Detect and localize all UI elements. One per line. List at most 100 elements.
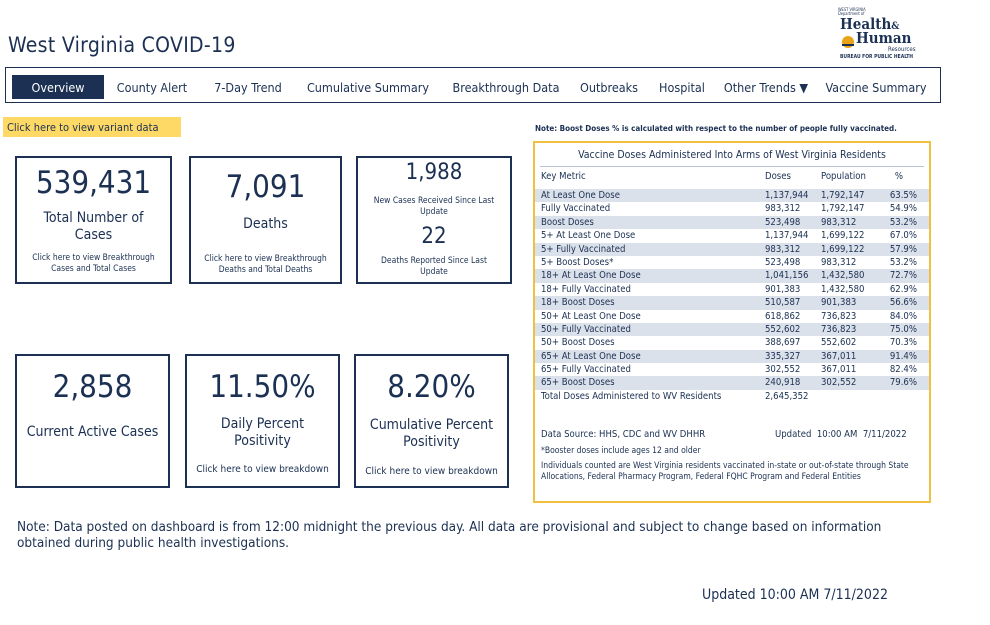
table-row: 50+ Fully Vaccinated 552,602 736,823 75.0% [535,322,929,337]
cell-metric: At Least One Dose [541,190,620,201]
cell-metric: 65+ Fully Vaccinated [541,364,631,376]
vaccine-updated-label: Updated [775,429,812,440]
deaths-card: 7,091 Deaths Click here to view Breakthr… [189,156,342,284]
cell-percent: 70.3% [889,337,917,349]
cell-doses: 983,312 [765,203,801,215]
cell-metric: 65+ At Least One Dose [541,350,641,362]
cell-metric: 18+ At Least One Dose [541,270,641,282]
tab-county-alert[interactable]: County Alert [110,75,194,99]
vaccine-updated-time: 10:00 AM [816,429,858,440]
active-cases-value: 2,858 [52,369,133,405]
cell-doses: 240,918 [765,377,801,389]
cell-percent: 54.9% [889,203,917,215]
cell-population: 1,792,147 [821,203,865,215]
cell-percent: 67.0% [889,230,917,242]
table-row: Boost Doses 523,498 983,312 53.2% [535,215,929,230]
vaccine-table-body: At Least One Dose 1,137,944 1,792,147 63.5%… [535,189,929,403]
tab-7-day-trend[interactable]: 7-Day Trend [206,75,290,99]
dashboard-note: Note: Data posted on dashboard is from 1… [17,519,882,551]
cumulative-breakdown-link[interactable]: Click here to view breakdown [356,466,507,478]
table-row: 18+ Fully Vaccinated 901,383 1,432,580 62.9… [535,283,929,296]
cell-population: 367,011 [821,350,857,362]
main-nav: Overview County Alert 7-Day Trend Cumula… [5,67,941,103]
total-cases-label: Total Number of Cases [43,210,144,243]
cell-metric: Boost Doses [541,216,594,228]
header-population: Population [821,171,866,182]
daily-breakdown-link[interactable]: Click here to view breakdown [187,464,338,476]
cell-doses: 1,137,944 [765,190,809,201]
tab-outbreaks[interactable]: Outbreaks [576,75,642,99]
boost-doses-note: Note: Boost Doses % is calculated with r… [535,124,897,133]
cell-metric: 18+ Boost Doses [541,297,615,309]
table-row: 50+ Boost Doses 388,697 552,602 70.3% [535,336,929,349]
variant-data-button[interactable]: Click here to view variant data [3,117,181,137]
cell-metric: Total Doses Administered to WV Residents [541,390,722,402]
logo-resources-text: Resources [888,46,916,53]
cumulative-positivity-card: 8.20% Cumulative Percent Positivity Clic… [354,354,509,488]
daily-positivity-label: Daily Percent Positivity [220,416,305,449]
data-source: Data Source: HHS, CDC and WV DHHR [541,429,706,440]
table-row: 5+ At Least One Dose 1,137,944 1,699,122 67… [535,229,929,242]
table-row: 65+ Fully Vaccinated 302,552 367,011 82.4% [535,363,929,376]
total-cases-value: 539,431 [35,165,152,201]
new-cases-card: 1,988 New Cases Received Since Last Upda… [356,156,512,284]
cell-doses: 523,498 [765,216,801,228]
cell-population: 1,792,147 [821,190,865,201]
deaths-reported-label: Deaths Reported Since Last Update [381,256,487,277]
cell-population: 736,823 [821,310,857,322]
footer-updated: Updated 10:00 AM 7/11/2022 [702,587,888,603]
vaccine-doses-panel: Vaccine Doses Administered Into Arms of … [533,141,931,503]
tab-overview[interactable]: Overview [12,75,104,99]
table-row: 5+ Boost Doses* 523,498 983,312 53.2% [535,256,929,269]
cell-doses: 1,137,944 [765,230,809,242]
tab-vaccine-summary[interactable]: Vaccine Summary [820,75,932,99]
tab-cumulative-summary[interactable]: Cumulative Summary [302,75,434,99]
cell-percent: 84.0% [889,310,917,322]
new-cases-label: New Cases Received Since Last Update [373,196,495,217]
tab-hospital[interactable]: Hospital [654,75,710,99]
cell-population: 1,432,580 [821,283,865,295]
active-cases-label: Current Active Cases [26,424,159,440]
cell-population: 901,383 [821,297,857,309]
sunrise-icon [842,36,854,48]
cell-population: 367,011 [821,364,857,376]
booster-note: *Booster doses include ages 12 and older [541,446,701,456]
daily-positivity-card: 11.50% Daily Percent Positivity Click he… [185,354,340,488]
cell-metric: 50+ Boost Doses [541,337,615,349]
breakthrough-cases-link[interactable]: Click here to view Breakthrough Cases an… [17,253,170,275]
cell-metric: Fully Vaccinated [541,203,611,215]
cell-percent: 63.5% [889,190,917,201]
vaccine-updated-date: 7/11/2022 [862,429,907,440]
individuals-note: Individuals counted are West Virginia re… [541,461,909,482]
cell-doses: 901,383 [765,283,801,295]
cell-percent: 79.6% [889,377,917,389]
deaths-reported-value: 22 [421,224,447,249]
daily-positivity-value: 11.50% [209,369,316,405]
cell-doses: 2,645,352 [765,390,809,402]
tab-breakthrough-data[interactable]: Breakthrough Data [448,75,564,99]
page-title: West Virginia COVID-19 [8,33,236,57]
cell-population: 1,432,580 [821,270,865,282]
cell-population: 736,823 [821,323,857,335]
cell-metric: 18+ Fully Vaccinated [541,283,631,295]
cell-metric: 50+ At Least One Dose [541,310,641,322]
cell-percent: 62.9% [889,283,917,295]
cell-percent: 53.2% [889,256,917,268]
total-cases-card: 539,431 Total Number of Cases Click here… [15,156,172,284]
tab-other-trends[interactable]: Other Trends ▼ [718,75,814,99]
deaths-label: Deaths [243,216,288,232]
cell-doses: 1,041,156 [765,270,809,282]
wv-dhhr-logo: WEST VIRGINIA Department of Health& Huma… [838,8,942,64]
breakthrough-deaths-link[interactable]: Click here to view Breakthrough Deaths a… [191,254,340,276]
cell-doses: 552,602 [765,323,801,335]
cell-population: 552,602 [821,337,857,349]
cell-percent: 82.4% [889,364,917,376]
cell-doses: 335,327 [765,350,801,362]
cell-percent: 53.2% [889,216,917,228]
cell-doses: 618,862 [765,310,801,322]
active-cases-card: 2,858 Current Active Cases [15,354,170,488]
table-row: Total Doses Administered to WV Residents… [535,390,929,403]
table-row: 50+ At Least One Dose 618,862 736,823 84.0% [535,310,929,323]
table-row: 18+ At Least One Dose 1,041,156 1,432,580 7… [535,269,929,283]
header-doses: Doses [765,171,791,182]
